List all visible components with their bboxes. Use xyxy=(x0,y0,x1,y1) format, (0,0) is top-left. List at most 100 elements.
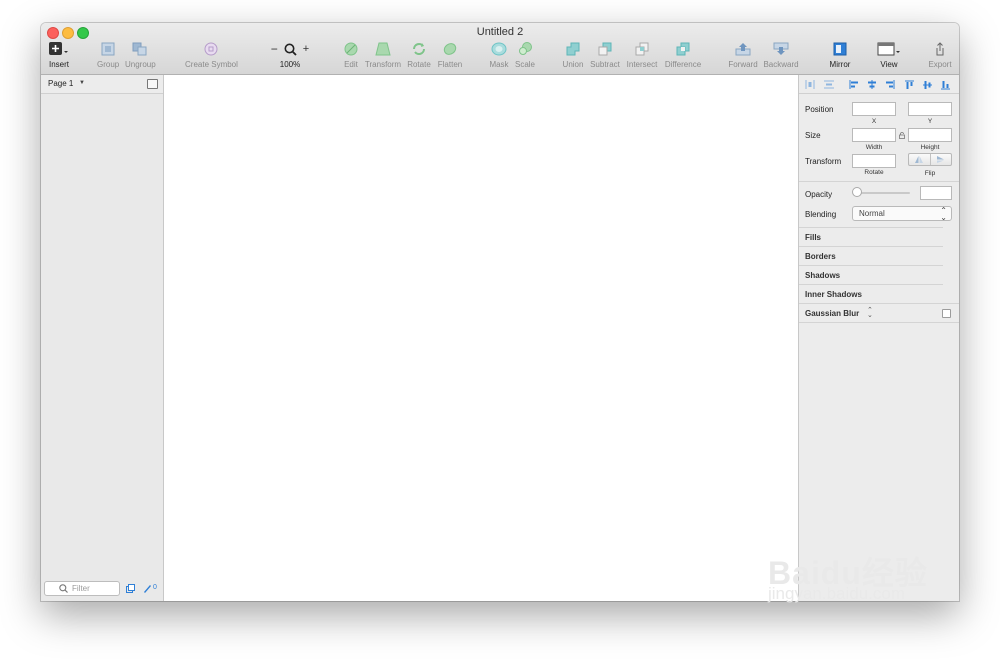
difference-label: Difference xyxy=(664,60,702,69)
view-label: View xyxy=(880,60,898,69)
height-label: Height xyxy=(920,144,940,151)
position-x-input[interactable] xyxy=(852,102,896,116)
zoom-out-button[interactable]: − xyxy=(271,42,278,56)
size-label: Size xyxy=(805,131,821,140)
plus-icon xyxy=(49,42,68,55)
blending-value: Normal xyxy=(859,209,885,218)
difference-icon xyxy=(676,42,690,56)
zoom-in-button[interactable]: + xyxy=(303,43,309,55)
gaussian-blur-checkbox[interactable] xyxy=(942,309,951,318)
opacity-slider-knob[interactable] xyxy=(852,187,862,197)
ungroup-label: Ungroup xyxy=(125,60,156,69)
insert-button[interactable]: Insert xyxy=(47,40,71,69)
scale-button[interactable]: Scale xyxy=(513,40,537,69)
blending-label: Blending xyxy=(805,210,837,219)
ungroup-button[interactable]: Ungroup xyxy=(125,40,156,69)
filter-input[interactable]: Filter xyxy=(44,581,120,596)
inner-shadows-section[interactable]: Inner Shadows xyxy=(799,284,943,303)
mirror-icon xyxy=(833,42,847,56)
page-selector[interactable]: Page 1 ▼ xyxy=(41,75,163,94)
forward-label: Forward xyxy=(728,60,758,69)
rotate-button[interactable]: Rotate xyxy=(405,40,433,69)
alignment-toolbar xyxy=(799,75,959,94)
position-y-input[interactable] xyxy=(908,102,952,116)
intersect-button[interactable]: Intersect xyxy=(625,40,659,69)
align-left-icon[interactable] xyxy=(849,80,859,89)
flip-vertical-button[interactable] xyxy=(931,155,951,164)
magnifier-icon[interactable] xyxy=(284,43,297,56)
watermark-url: jingyan.baidu.com xyxy=(768,584,906,603)
height-input[interactable] xyxy=(908,128,952,142)
export-label: Export xyxy=(928,60,952,69)
send-backward-icon xyxy=(773,42,789,55)
artboard-filter-icon[interactable] xyxy=(126,584,135,593)
mask-button[interactable]: Mask xyxy=(487,40,511,69)
fills-section[interactable]: Fills xyxy=(799,227,943,246)
blur-type-chevron-icon[interactable]: ⌃ ⌄ xyxy=(867,307,873,319)
width-label: Width xyxy=(865,144,883,151)
blending-select[interactable]: Normal ⌃ ⌄ xyxy=(852,206,952,222)
transform-button[interactable]: Transform xyxy=(363,40,403,69)
backward-button[interactable]: Backward xyxy=(761,40,801,69)
canvas[interactable] xyxy=(164,75,798,601)
difference-button[interactable]: Difference xyxy=(663,40,703,69)
ungroup-icon xyxy=(132,42,147,56)
group-button[interactable]: Group xyxy=(97,40,119,69)
symbol-icon xyxy=(204,42,218,56)
mirror-button[interactable]: Mirror xyxy=(827,40,853,69)
distribute-vertical-icon[interactable] xyxy=(824,80,834,89)
edit-label: Edit xyxy=(344,60,358,69)
shadows-section[interactable]: Shadows xyxy=(799,265,943,284)
edit-icon xyxy=(344,42,358,56)
slice-filter-icon[interactable] xyxy=(143,584,152,593)
flip-control xyxy=(908,153,952,166)
flip-vertical-icon xyxy=(937,156,944,163)
zoom-control: − + 100% xyxy=(269,40,311,69)
align-horizontal-center-icon[interactable] xyxy=(867,80,877,89)
scale-label: Scale xyxy=(514,60,535,69)
width-input[interactable] xyxy=(852,128,896,142)
create-symbol-label: Create Symbol xyxy=(185,60,238,69)
union-button[interactable]: Union xyxy=(561,40,585,69)
subtract-button[interactable]: Subtract xyxy=(589,40,621,69)
opacity-label: Opacity xyxy=(805,190,833,199)
borders-section[interactable]: Borders xyxy=(799,246,943,265)
distribute-horizontal-icon[interactable] xyxy=(805,80,815,89)
scale-icon xyxy=(519,42,532,55)
export-button[interactable]: Export xyxy=(927,40,953,69)
create-symbol-button[interactable]: Create Symbol xyxy=(185,40,238,69)
inspector-panel: Position X Y Size Width Height Transform… xyxy=(798,75,959,601)
lock-ratio-icon[interactable] xyxy=(899,132,905,139)
mask-label: Mask xyxy=(489,60,509,69)
align-right-icon[interactable] xyxy=(885,80,895,89)
window-title: Untitled 2 xyxy=(476,26,524,38)
flip-horizontal-icon xyxy=(915,156,923,163)
flip-label: Flip xyxy=(924,170,936,177)
align-bottom-icon[interactable] xyxy=(941,80,950,90)
edit-button[interactable]: Edit xyxy=(340,40,362,69)
rotate-icon xyxy=(413,43,425,55)
divider xyxy=(799,181,959,182)
align-top-icon[interactable] xyxy=(905,80,914,90)
flip-horizontal-button[interactable] xyxy=(909,155,929,164)
divider xyxy=(799,322,959,323)
section-title: Shadows xyxy=(805,271,841,280)
align-vertical-center-icon[interactable] xyxy=(923,80,932,90)
toggle-pages-icon[interactable] xyxy=(147,79,158,89)
mirror-label: Mirror xyxy=(829,60,851,69)
section-title: Gaussian Blur xyxy=(805,309,860,318)
rotate-input[interactable] xyxy=(852,154,896,168)
layers-sidebar: Page 1 ▼ Filter 0 xyxy=(41,75,164,601)
select-arrows-icon: ⌃ ⌄ xyxy=(940,206,947,222)
opacity-slider-track[interactable] xyxy=(854,192,910,194)
view-button[interactable]: View xyxy=(875,40,903,69)
opacity-input[interactable] xyxy=(920,186,952,200)
forward-button[interactable]: Forward xyxy=(727,40,759,69)
flatten-button[interactable]: Flatten xyxy=(435,40,465,69)
gaussian-blur-section[interactable]: Gaussian Blur ⌃ ⌄ xyxy=(799,303,959,322)
chevron-down-icon: ▼ xyxy=(79,80,85,86)
subtract-label: Subtract xyxy=(590,60,620,69)
position-label: Position xyxy=(805,105,834,114)
section-title: Fills xyxy=(805,233,822,242)
export-icon xyxy=(936,42,944,56)
